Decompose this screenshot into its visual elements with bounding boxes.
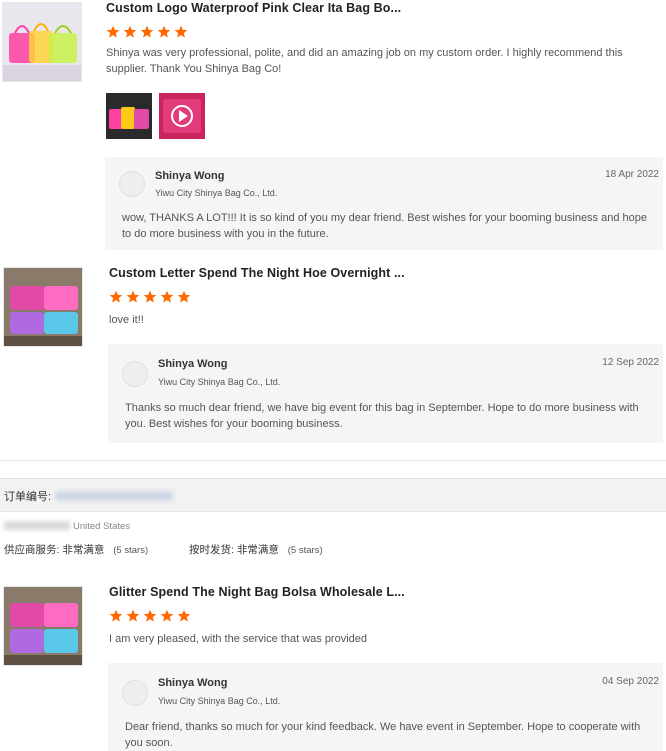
reply-text: Dear friend, thanks so much for your kin… — [125, 721, 641, 749]
star-rating — [109, 290, 191, 306]
reply-text: Thanks so much dear friend, we have big … — [125, 402, 639, 430]
on-time-value: 非常满意 — [236, 544, 279, 556]
supplier-service-label: 供应商服务: — [4, 544, 60, 556]
avatar — [122, 680, 148, 706]
star-icon — [160, 609, 174, 622]
order-header: 订单编号: — [0, 478, 666, 512]
seller-reply: Shinya Wong Yiwu City Shinya Bag Co., Lt… — [108, 344, 663, 443]
product-thumbnail[interactable] — [3, 267, 83, 347]
product-thumbnail[interactable] — [2, 2, 82, 82]
on-time-shipment-rating: 按时发货: 非常满意 (5 stars) — [189, 542, 323, 557]
star-icon — [177, 290, 191, 303]
star-icon — [106, 25, 120, 38]
star-icon — [177, 609, 191, 622]
divider — [0, 460, 666, 461]
reply-author-name: Shinya Wong — [158, 358, 228, 370]
review-comment: Shinya was very professional, polite, an… — [106, 47, 623, 75]
reply-date: 12 Sep 2022 — [602, 357, 659, 368]
product-title[interactable]: Custom Letter Spend The Night Hoe Overni… — [109, 266, 405, 280]
star-icon — [140, 25, 154, 38]
reply-company[interactable]: Yiwu City Shinya Bag Co., Ltd. — [158, 377, 280, 387]
review-comment: I am very pleased, with the service that… — [109, 633, 368, 645]
product-title[interactable]: Glitter Spend The Night Bag Bolsa Wholes… — [109, 585, 405, 599]
star-icon — [109, 609, 123, 622]
order-number-label: 订单编号: — [4, 491, 52, 503]
star-icon — [157, 25, 171, 38]
star-icon — [143, 609, 157, 622]
order-number-redacted — [55, 491, 173, 501]
buyer-country: United States — [73, 521, 131, 532]
star-icon — [174, 25, 188, 38]
star-icon — [126, 609, 140, 622]
product-thumbnail[interactable] — [3, 586, 83, 666]
review-photo[interactable] — [106, 93, 152, 139]
on-time-score: (5 stars) — [287, 545, 323, 556]
reply-author-name: Shinya Wong — [155, 170, 225, 182]
reply-company[interactable]: Yiwu City Shinya Bag Co., Ltd. — [155, 188, 277, 198]
supplier-service-value: 非常满意 — [62, 544, 105, 556]
supplier-service-score: (5 stars) — [113, 545, 149, 556]
reply-date: 04 Sep 2022 — [602, 676, 659, 687]
reply-text: wow, THANKS A LOT!!! It is so kind of yo… — [122, 212, 647, 240]
avatar — [122, 361, 148, 387]
review-comment: love it!! — [109, 314, 144, 326]
review-video[interactable] — [159, 93, 205, 139]
avatar — [119, 171, 145, 197]
star-icon — [126, 290, 140, 303]
product-title[interactable]: Custom Logo Waterproof Pink Clear Ita Ba… — [106, 1, 401, 15]
supplier-service-rating: 供应商服务: 非常满意 (5 stars) — [4, 542, 148, 557]
seller-reply: Shinya Wong Yiwu City Shinya Bag Co., Lt… — [108, 663, 663, 751]
star-icon — [160, 290, 174, 303]
star-icon — [109, 290, 123, 303]
buyer-name-redacted — [4, 521, 70, 530]
on-time-label: 按时发货: — [189, 544, 234, 556]
star-icon — [123, 25, 137, 38]
reply-company[interactable]: Yiwu City Shinya Bag Co., Ltd. — [158, 696, 280, 706]
star-icon — [143, 290, 157, 303]
seller-reply: Shinya Wong Yiwu City Shinya Bag Co., Lt… — [105, 157, 663, 250]
star-rating — [109, 609, 191, 625]
reply-author-name: Shinya Wong — [158, 677, 228, 689]
star-rating — [106, 25, 188, 41]
reply-date: 18 Apr 2022 — [605, 169, 659, 180]
